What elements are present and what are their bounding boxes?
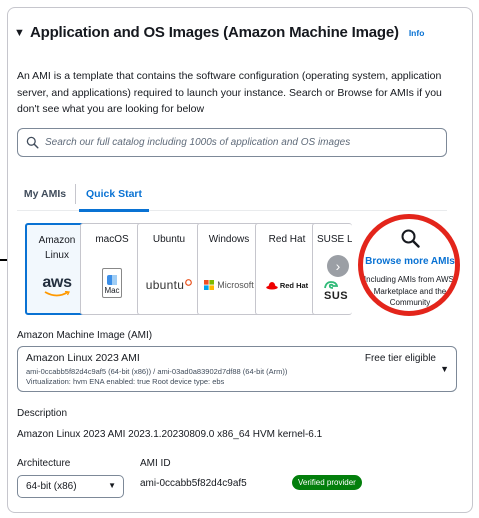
os-card-windows[interactable]: Windows Microsoft: [197, 223, 261, 315]
red-hat-logo-text: Red Hat: [279, 280, 309, 290]
description-value: Amazon Linux 2023 AMI 2023.1.20230809.0 …: [17, 429, 323, 440]
suse-logo-icon: SUS: [313, 276, 352, 306]
search-icon: [401, 229, 420, 248]
microsoft-logo-text: Microsoft: [217, 280, 254, 290]
architecture-select[interactable]: 64-bit (x86) ▼: [17, 475, 124, 498]
browse-more-amis-button[interactable]: Browse more AMIs Including AMIs from AWS…: [363, 218, 457, 314]
windows-icon: [204, 280, 215, 290]
search-placeholder: Search our full catalog including 1000s …: [45, 137, 351, 148]
ami-search-input[interactable]: Search our full catalog including 1000s …: [17, 128, 447, 157]
info-link[interactable]: Info: [409, 28, 425, 38]
section-description: An AMI is a template that contains the s…: [17, 70, 442, 115]
ami-tabs: My AMIs Quick Start: [17, 176, 447, 212]
tab-my-amis[interactable]: My AMIs: [17, 176, 73, 211]
finder-icon: [107, 275, 117, 285]
os-card-ubuntu[interactable]: Ubuntu ubuntu: [137, 223, 201, 315]
browse-more-amis-label: Browse more AMIs: [365, 256, 455, 267]
os-card-macos[interactable]: macOS Mac: [80, 223, 144, 315]
ami-meta: Virtualization: hvm ENA enabled: true Ro…: [26, 377, 225, 386]
os-card-label: macOS: [95, 234, 129, 245]
red-hat-logo-icon: Red Hat: [256, 270, 318, 300]
aws-smile-icon: [44, 290, 70, 296]
os-card-red-hat[interactable]: Red Hat Red Hat: [255, 223, 319, 315]
ami-field-label: Amazon Machine Image (AMI): [17, 330, 153, 341]
caret-down-icon[interactable]: ▼: [14, 27, 25, 39]
ubuntu-logo-text: ubuntu: [145, 278, 185, 292]
suse-chameleon-icon: [324, 280, 338, 289]
mac-logo-text: Mac: [104, 286, 120, 295]
section-title: Application and OS Images (Amazon Machin…: [30, 24, 399, 41]
os-card-label: Ubuntu: [152, 234, 186, 245]
aws-logo-icon: aws: [27, 271, 87, 301]
chevron-right-icon: ›: [335, 258, 341, 274]
tab-divider: [75, 184, 76, 204]
caret-down-icon: ▼: [440, 364, 449, 374]
microsoft-logo-icon: Microsoft: [198, 270, 260, 300]
ubuntu-logo-icon: ubuntu: [138, 270, 200, 300]
architecture-value: 64-bit (x86): [26, 481, 77, 492]
carousel-next-button[interactable]: ›: [327, 255, 349, 277]
os-card-label: Windows: [208, 234, 250, 245]
ami-select[interactable]: Amazon Linux 2023 AMI ami-0ccabb5f82d4c9…: [17, 346, 457, 392]
caret-down-icon: ▼: [108, 481, 116, 490]
architecture-label: Architecture: [17, 458, 71, 469]
os-card-label: Red Hat: [268, 234, 306, 245]
search-icon: [26, 136, 39, 149]
section-header: ▼ Application and OS Images (Amazon Mach…: [14, 24, 424, 41]
ami-id-value: ami-0ccabb5f82d4c9af5: [140, 478, 247, 489]
suse-logo-text: SUS: [324, 289, 349, 302]
os-card-label: SUSE Li: [317, 234, 352, 245]
ami-id-label: AMI ID: [140, 458, 171, 469]
ami-ids: ami-0ccabb5f82d4c9af5 (64-bit (x86)) / a…: [26, 367, 288, 376]
description-label: Description: [17, 408, 68, 419]
tab-quick-start[interactable]: Quick Start: [79, 176, 149, 212]
browse-more-amis-sublabel: Including AMIs from AWS, Marketplace and…: [363, 275, 457, 307]
ubuntu-circle-icon: [185, 278, 193, 286]
free-tier-label: Free tier eligible: [364, 353, 436, 364]
red-hat-icon: [266, 281, 278, 289]
mac-logo-icon: Mac: [81, 268, 143, 298]
os-card-label: Amazon Linux: [38, 235, 76, 261]
verified-provider-badge: Verified provider: [292, 475, 362, 490]
aws-logo-text: aws: [42, 273, 72, 291]
